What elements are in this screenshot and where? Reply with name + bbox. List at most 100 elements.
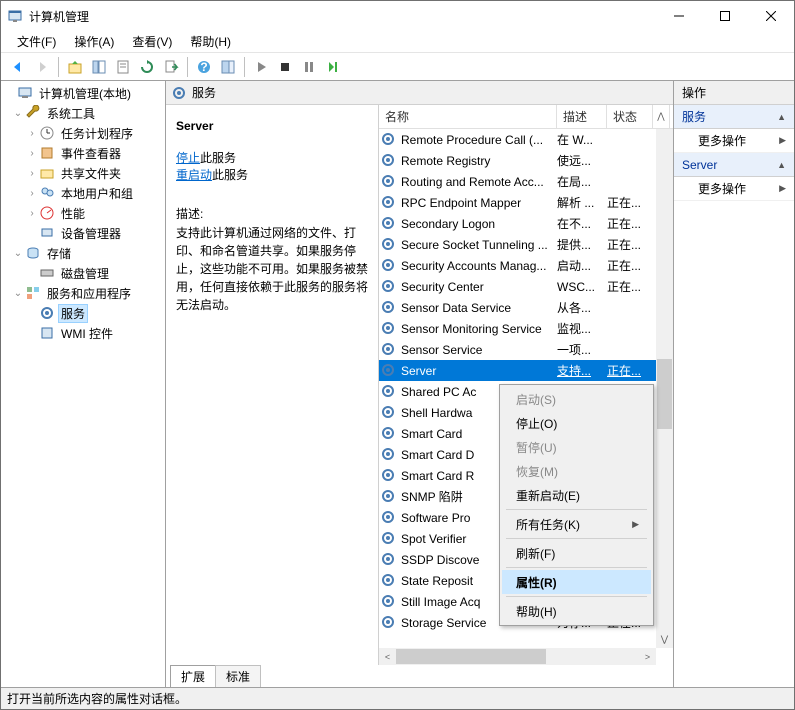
tree-storage[interactable]: ⌄存储 [1,243,165,263]
service-name-cell: Secondary Logon [401,217,557,231]
service-row[interactable]: Security Accounts Manag...启动...正在... [379,255,673,276]
action-more-2[interactable]: 更多操作▶ [674,177,794,201]
menu-view[interactable]: 查看(V) [124,31,180,52]
help-button[interactable]: ? [193,56,215,78]
service-row[interactable]: Security CenterWSC...正在... [379,276,673,297]
stop-link[interactable]: 停止 [176,151,200,165]
service-desc-cell: 一项... [557,341,607,358]
apps-icon [25,285,41,301]
gear-icon [381,405,397,421]
service-row[interactable]: Secure Socket Tunneling ...提供...正在... [379,234,673,255]
col-status[interactable]: 状态 [607,105,653,128]
restart-link[interactable]: 重启动 [176,168,212,182]
up-button[interactable] [64,56,86,78]
ctx-properties[interactable]: 属性(R) [502,570,651,594]
service-row[interactable]: Routing and Remote Acc...在局... [379,171,673,192]
collapse-icon[interactable]: ⌄ [11,248,25,259]
service-row[interactable]: Sensor Data Service从各... [379,297,673,318]
play-button[interactable] [250,56,272,78]
tree-servapps[interactable]: ⌄服务和应用程序 [1,283,165,303]
show-hide-action-button[interactable] [217,56,239,78]
expand-icon[interactable]: › [25,128,39,139]
tree-shared[interactable]: ›共享文件夹 [1,163,165,183]
event-icon [39,145,55,161]
tree-perf[interactable]: ›性能 [1,203,165,223]
collapse-icon[interactable]: ⌄ [11,288,25,299]
menu-file[interactable]: 文件(F) [9,31,64,52]
tree-users[interactable]: ›本地用户和组 [1,183,165,203]
ctx-start[interactable]: 启动(S) [502,387,651,411]
ctx-pause[interactable]: 暂停(U) [502,435,651,459]
action-section-server[interactable]: Server▲ [674,153,794,177]
service-row[interactable]: Remote Procedure Call (...在 W... [379,129,673,150]
separator [506,567,647,568]
col-name[interactable]: 名称 [379,105,557,128]
scroll-left-arrow[interactable]: < [379,648,396,665]
minimize-button[interactable] [656,1,702,31]
action-more-1[interactable]: 更多操作▶ [674,129,794,153]
restart-button[interactable] [322,56,344,78]
close-button[interactable] [748,1,794,31]
service-row[interactable]: Secondary Logon在不...正在... [379,213,673,234]
tree-scheduler[interactable]: ›任务计划程序 [1,123,165,143]
export-button[interactable] [160,56,182,78]
service-row[interactable]: Sensor Service一项... [379,339,673,360]
action-section-services[interactable]: 服务▲ [674,105,794,129]
scroll-thumb-h[interactable] [396,649,546,664]
ctx-restart[interactable]: 重新启动(E) [502,483,651,507]
scroll-right-arrow[interactable]: > [639,648,656,665]
service-desc-cell: 启动... [557,257,607,274]
ctx-help[interactable]: 帮助(H) [502,599,651,623]
service-status-cell: 正在... [607,194,653,211]
tree-devmgr[interactable]: 设备管理器 [1,223,165,243]
scroll-down-arrow[interactable]: ⋁ [656,631,673,648]
col-desc[interactable]: 描述 [557,105,607,128]
service-row[interactable]: Sensor Monitoring Service监视... [379,318,673,339]
pause-button[interactable] [298,56,320,78]
service-row[interactable]: Server支持...正在... [379,360,673,381]
collapse-icon[interactable]: ⌄ [11,108,25,119]
tab-extended[interactable]: 扩展 [170,665,216,687]
collapse-icon: ▲ [777,112,786,122]
gear-icon [381,447,397,463]
tree-wmi[interactable]: WMI 控件 [1,323,165,343]
statusbar: 打开当前所选内容的属性对话框。 [1,687,794,709]
service-status-cell: 正在... [607,215,653,232]
service-status-cell: 正在... [607,236,653,253]
scroll-thumb[interactable] [657,359,672,429]
stop-button[interactable] [274,56,296,78]
gear-icon [381,216,397,232]
show-hide-tree-button[interactable] [88,56,110,78]
tab-standard[interactable]: 标准 [215,665,261,687]
tree-eventviewer[interactable]: ›事件查看器 [1,143,165,163]
gear-icon [381,195,397,211]
service-row[interactable]: RPC Endpoint Mapper解析 ...正在... [379,192,673,213]
service-desc-cell: 解析 ... [557,194,607,211]
back-button[interactable] [7,56,29,78]
menubar: 文件(F) 操作(A) 查看(V) 帮助(H) [1,31,794,53]
service-name-cell: Sensor Service [401,343,557,357]
ctx-alltasks[interactable]: 所有任务(K)▶ [502,512,651,536]
tree-panel[interactable]: 计算机管理(本地) ⌄ 系统工具 ›任务计划程序 ›事件查看器 ›共享文件夹 ›… [1,81,166,687]
tree-services[interactable]: 服务 [1,303,165,323]
ctx-stop[interactable]: 停止(O) [502,411,651,435]
expand-icon[interactable]: › [25,188,39,199]
ctx-resume[interactable]: 恢复(M) [502,459,651,483]
tree-diskmgr[interactable]: 磁盘管理 [1,263,165,283]
menu-help[interactable]: 帮助(H) [182,31,239,52]
properties-button[interactable] [112,56,134,78]
expand-icon[interactable]: › [25,168,39,179]
forward-button[interactable] [31,56,53,78]
tree-systools[interactable]: ⌄ 系统工具 [1,103,165,123]
expand-icon[interactable]: › [25,148,39,159]
horizontal-scrollbar[interactable]: < > [379,648,656,665]
maximize-button[interactable] [702,1,748,31]
vertical-scrollbar[interactable]: ⋁ [656,129,673,648]
ctx-refresh[interactable]: 刷新(F) [502,541,651,565]
refresh-button[interactable] [136,56,158,78]
col-scroll-up[interactable]: ⋀ [653,105,670,128]
tree-root[interactable]: 计算机管理(本地) [1,83,165,103]
service-row[interactable]: Remote Registry使远... [379,150,673,171]
menu-action[interactable]: 操作(A) [66,31,122,52]
expand-icon[interactable]: › [25,208,39,219]
